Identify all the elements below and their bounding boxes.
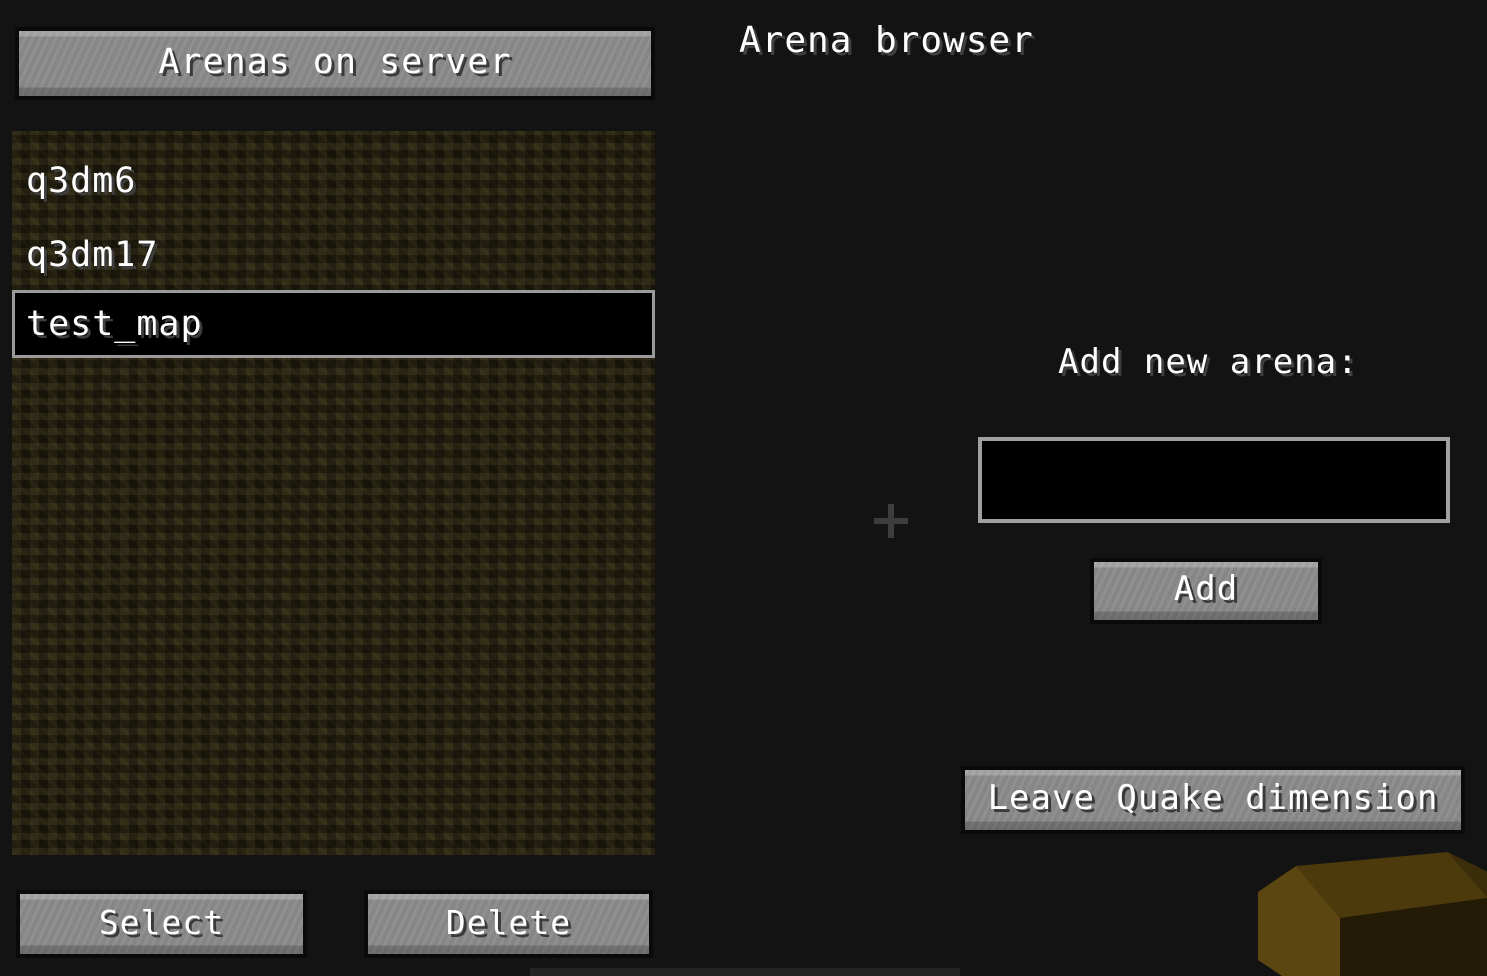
delete-button-label: Delete [445,902,572,942]
arena-name-input[interactable] [978,437,1450,523]
select-button-label: Select [98,902,225,942]
add-new-arena-label: Add new arena: [1058,342,1359,382]
list-item-selected[interactable]: test_map [12,290,655,358]
list-item[interactable]: q3dm6 [12,147,655,215]
list-item-label: q3dm17 [26,235,159,275]
crosshair-icon [874,504,908,538]
crosshair-vertical-bar [888,504,894,538]
game-gui-screen: Arenas on server q3dm6 q3dm17 test_map S… [0,0,1487,976]
add-button-label: Add [1173,569,1239,609]
hotbar-edge [530,968,960,976]
delete-button[interactable]: Delete [364,890,653,958]
leave-quake-dimension-label: Leave Quake dimension [987,778,1439,818]
leave-quake-dimension-button[interactable]: Leave Quake dimension [961,766,1465,834]
arenas-on-server-label: Arenas on server [158,41,512,82]
list-item-label: q3dm6 [26,161,137,201]
page-title: Arena browser [739,20,1034,61]
held-block-svg [1258,852,1487,976]
crosshair-horizontal-bar [874,518,908,524]
add-button[interactable]: Add [1090,558,1322,624]
held-block-item [1248,852,1487,976]
arena-name-input-value [982,441,1446,463]
select-button[interactable]: Select [16,890,307,958]
arena-list[interactable]: q3dm6 q3dm17 test_map [12,131,655,855]
arenas-on-server-header-button[interactable]: Arenas on server [15,27,655,100]
list-item-label: test_map [26,304,203,344]
list-item[interactable]: q3dm17 [12,221,655,289]
